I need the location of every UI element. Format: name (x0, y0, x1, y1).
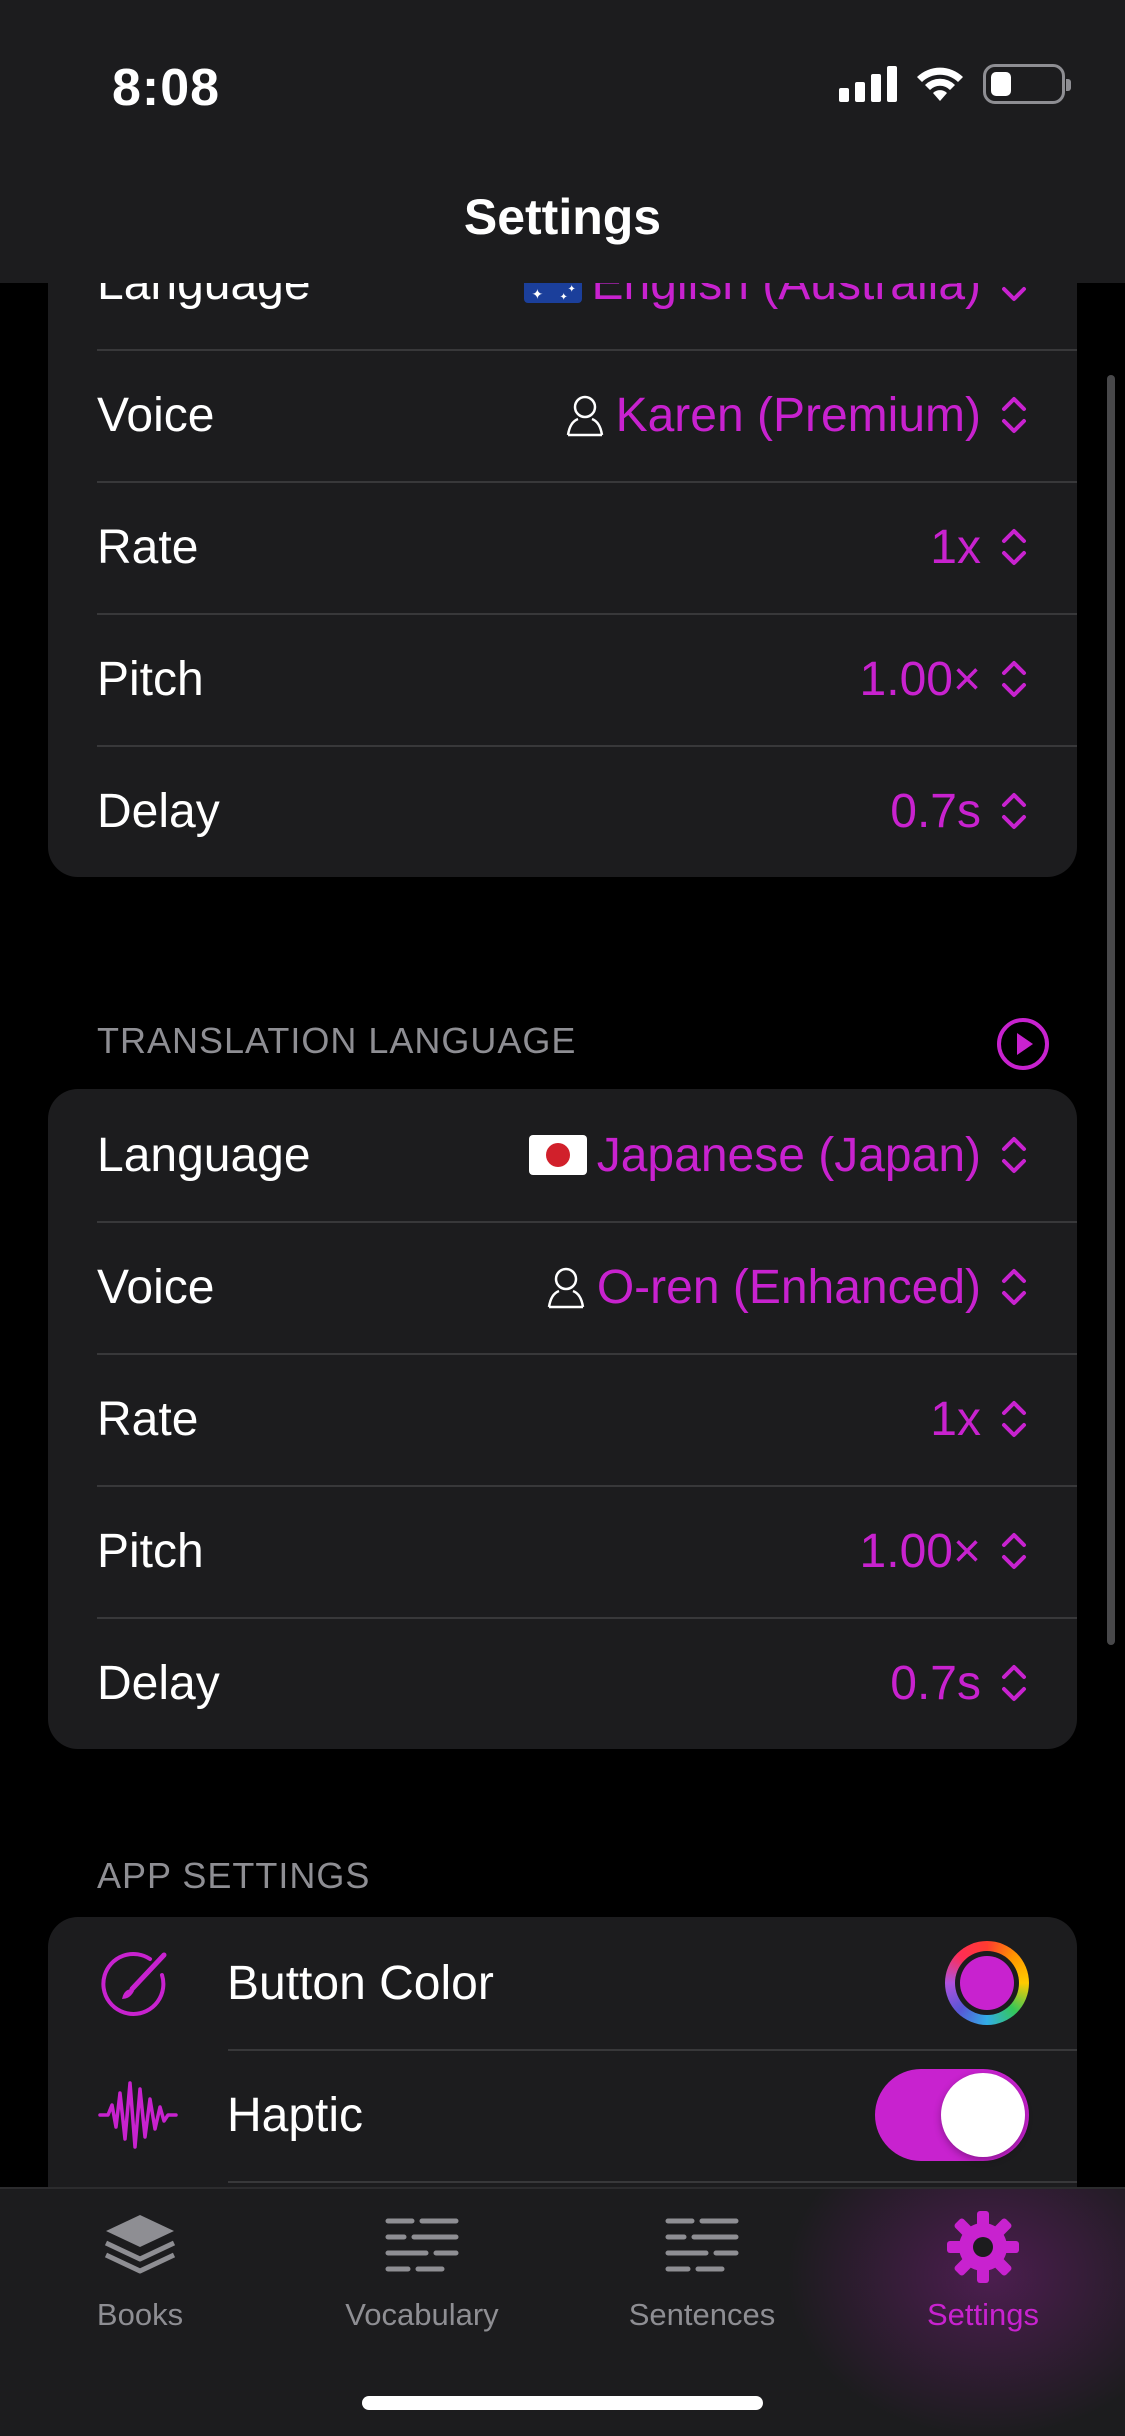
paintbrush-icon (97, 1942, 179, 2024)
row-label: Voice (97, 1260, 215, 1314)
value-text: English (Australia) (591, 283, 981, 310)
row-label: Language (97, 1128, 311, 1182)
person-icon (547, 1267, 585, 1309)
value-text: 0.7s (890, 784, 981, 838)
chevron-up-down-icon (1002, 287, 1026, 301)
translation-language-row[interactable]: Language Japanese (Japan) (48, 1089, 1077, 1221)
settings-list[interactable]: Language ✦ ✦ ✦ ✦ English (Australia) Voi… (0, 283, 1125, 2187)
value-text: O-ren (Enhanced) (596, 1260, 981, 1314)
row-label: Rate (97, 520, 199, 574)
text-list-icon (665, 2218, 739, 2272)
row-value: Karen (Premium) (564, 388, 1029, 443)
chevron-up-down-icon (1002, 1137, 1026, 1173)
haptic-row[interactable]: Haptic (48, 2049, 1077, 2181)
haptic-toggle[interactable] (875, 2069, 1029, 2161)
home-indicator[interactable] (362, 2396, 763, 2410)
text-list-icon (385, 2218, 459, 2272)
source-rate-row[interactable]: Rate 1x (48, 481, 1077, 613)
value-text: 1x (930, 1392, 981, 1446)
row-label: Pitch (97, 652, 204, 706)
value-text: Japanese (Japan) (596, 1128, 981, 1182)
source-language-card: Language ✦ ✦ ✦ ✦ English (Australia) Voi… (48, 283, 1077, 877)
top-bar: 8:08 Settings (0, 0, 1125, 283)
value-text: 1.00× (859, 652, 981, 706)
source-pitch-row[interactable]: Pitch 1.00× (48, 613, 1077, 745)
translation-language-card: Language Japanese (Japan) Voice O-ren (E… (48, 1089, 1077, 1749)
row-label: Pitch (97, 1524, 204, 1578)
settings-screen: 8:08 Settings Language ✦ ✦ ✦ English (Au… (0, 0, 1125, 2436)
color-well[interactable] (945, 1941, 1029, 2025)
wifi-icon (917, 67, 963, 101)
tab-settings[interactable]: Settings (853, 2207, 1113, 2333)
source-language-row[interactable]: Language ✦ ✦ ✦ ✦ English (Australia) (48, 283, 1077, 349)
australia-flag-icon: ✦ ✦ ✦ ✦ (523, 283, 582, 303)
value-text: 0.7s (890, 1656, 981, 1710)
tab-label: Vocabulary (345, 2297, 499, 2332)
chevron-up-down-icon (1002, 793, 1026, 829)
person-icon (566, 395, 603, 437)
translation-delay-row[interactable]: Delay 0.7s (48, 1617, 1077, 1749)
app-settings-header: APP SETTINGS (97, 1855, 371, 1896)
tab-label: Settings (926, 2297, 1039, 2332)
row-label: Haptic (227, 2088, 364, 2142)
chevron-up-down-icon (1002, 1533, 1026, 1569)
row-value: O-ren (Enhanced) (545, 1260, 1029, 1315)
row-label: Rate (97, 1392, 199, 1446)
scrollbar[interactable] (1107, 375, 1115, 1645)
row-value: 1x (930, 520, 1029, 575)
tab-books[interactable]: Books (10, 2207, 270, 2333)
play-icon[interactable] (995, 1016, 1051, 1072)
row-value: ✦ ✦ ✦ ✦ English (Australia) (523, 283, 1029, 311)
row-label: Button Color (227, 1956, 494, 2010)
button-color-row[interactable]: Button Color (48, 1917, 1077, 2049)
row-label: Voice (97, 388, 215, 442)
app-settings-card: Button Color Haptic (48, 1917, 1077, 2187)
tab-label: Sentences (628, 2297, 776, 2332)
value-text: Karen (Premium) (615, 388, 981, 442)
chevron-up-down-icon (1002, 1665, 1026, 1701)
status-time: 8:08 (112, 59, 221, 117)
row-value: 1x (930, 1392, 1029, 1447)
books-stack-icon (104, 2215, 176, 2274)
page-title: Settings (463, 189, 662, 245)
tab-sentences[interactable]: Sentences (572, 2207, 832, 2333)
japan-flag-icon (528, 1135, 587, 1175)
translation-voice-row[interactable]: Voice O-ren (Enhanced) (48, 1221, 1077, 1353)
cellular-signal-icon (839, 66, 897, 102)
translation-language-header: TRANSLATION LANGUAGE (97, 1020, 577, 1061)
chevron-up-down-icon (1002, 397, 1026, 433)
chevron-up-down-icon (1002, 661, 1026, 697)
source-voice-row[interactable]: Voice Karen (Premium) (48, 349, 1077, 481)
source-delay-row[interactable]: Delay 0.7s (48, 745, 1077, 877)
status-icons (839, 64, 1071, 104)
tab-label: Books (96, 2297, 184, 2332)
battery-icon (983, 64, 1071, 104)
row-value: 1.00× (860, 1524, 1029, 1579)
row-value: 0.7s (890, 1656, 1029, 1711)
value-text: 1.00× (859, 1524, 981, 1578)
row-label: Language (97, 283, 311, 310)
row-value: 0.7s (890, 784, 1029, 839)
chevron-up-down-icon (1002, 1269, 1026, 1305)
row-value: Japanese (Japan) (528, 1128, 1029, 1183)
chevron-up-down-icon (1002, 529, 1026, 565)
waveform-icon (97, 2074, 179, 2156)
row-label: Delay (97, 784, 220, 838)
value-text: 1x (930, 520, 981, 574)
translation-rate-row[interactable]: Rate 1x (48, 1353, 1077, 1485)
chevron-up-down-icon (1002, 1401, 1026, 1437)
tab-vocabulary[interactable]: Vocabulary (292, 2207, 552, 2333)
row-label: Delay (97, 1656, 220, 1710)
gear-icon (947, 2211, 1019, 2283)
translation-pitch-row[interactable]: Pitch 1.00× (48, 1485, 1077, 1617)
row-value: 1.00× (860, 652, 1029, 707)
